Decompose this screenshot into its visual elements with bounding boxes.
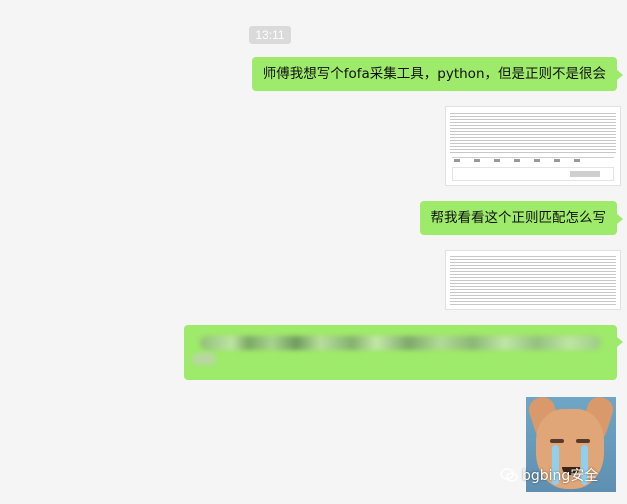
screenshot-content: [450, 113, 616, 153]
message-bubble[interactable]: 帮我看看这个正则匹配怎么写: [419, 201, 623, 235]
button-shape: [570, 171, 600, 177]
blurred-text: [200, 336, 601, 350]
message-timestamp: 13:11: [249, 26, 291, 44]
message-bubble[interactable]: 师傅我想写个fofa采集工具，python，但是正则不是很会: [251, 57, 624, 91]
watermark: bgbing安全: [500, 465, 598, 487]
chat-window: 13:11 师傅我想写个fofa采集工具，python，但是正则不是很会 帮我看…: [0, 0, 627, 504]
tab-strip: [454, 159, 590, 162]
watermark-text: bgbing安全: [522, 468, 599, 484]
divider: [452, 157, 614, 158]
blurred-message-bubble[interactable]: [184, 325, 623, 380]
image-message[interactable]: [445, 106, 621, 186]
blurred-text: [192, 353, 216, 365]
image-message[interactable]: [445, 250, 621, 310]
screenshot-content: [450, 255, 616, 305]
wechat-icon: [500, 468, 518, 482]
